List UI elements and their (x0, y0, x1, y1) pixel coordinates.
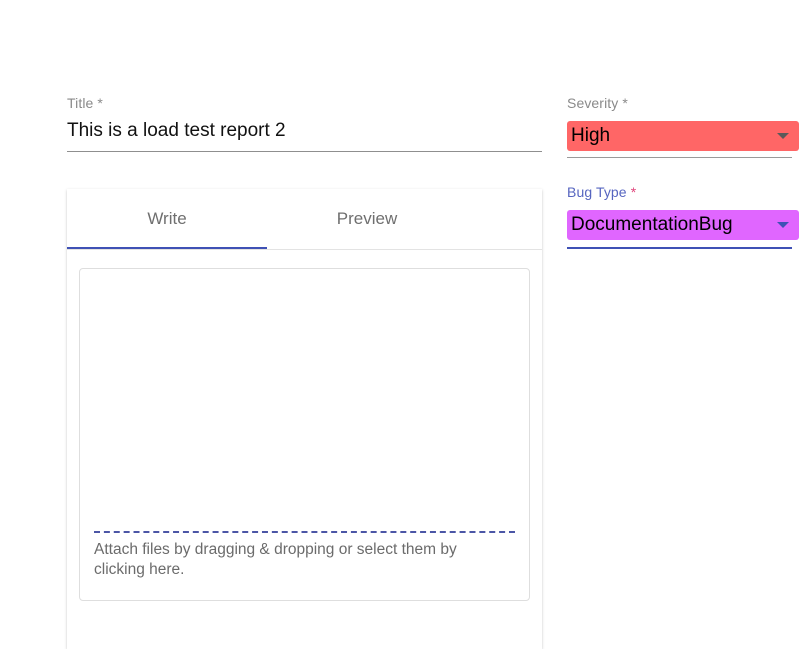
title-underline (67, 151, 542, 152)
bug-type-select[interactable]: DocumentationBug (567, 210, 799, 240)
title-input[interactable]: This is a load test report 2 (67, 120, 542, 142)
description-textarea[interactable] (80, 269, 529, 531)
required-marker: * (630, 184, 637, 200)
tab-write[interactable]: Write (67, 189, 267, 249)
editor-tabs: Write Preview (67, 189, 542, 250)
chevron-down-icon (777, 133, 789, 139)
severity-select[interactable]: High (567, 121, 799, 151)
active-tab-indicator (67, 247, 267, 249)
severity-label: Severity * (567, 95, 628, 111)
dropzone-divider (94, 531, 515, 533)
bug-type-value: DocumentationBug (571, 214, 733, 235)
bug-type-underline (567, 247, 792, 249)
chevron-down-icon (777, 222, 789, 228)
bug-type-label-text: Bug Type (567, 184, 627, 200)
severity-value: High (571, 125, 611, 146)
attach-files-hint[interactable]: Attach files by dragging & dropping or s… (94, 540, 504, 580)
title-label: Title * (67, 95, 103, 111)
file-dropzone[interactable]: Attach files by dragging & dropping or s… (79, 268, 530, 601)
description-editor: Write Preview Attach files by dragging &… (67, 189, 542, 649)
severity-underline (567, 157, 792, 158)
tab-preview[interactable]: Preview (267, 189, 467, 249)
bug-type-label: Bug Type * (567, 184, 636, 200)
